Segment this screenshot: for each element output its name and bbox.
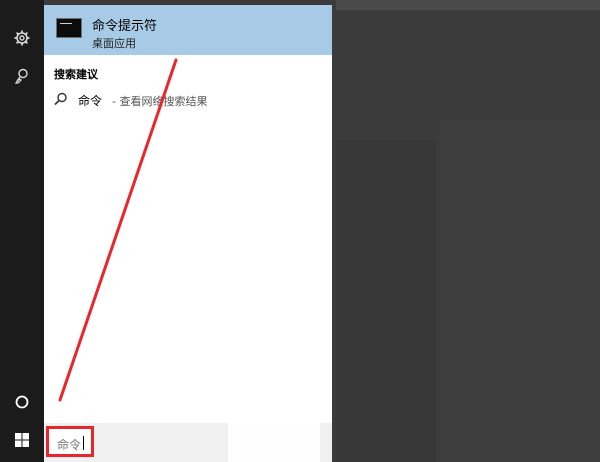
best-match-subtitle: 桌面应用 — [92, 37, 136, 50]
circle-icon — [15, 395, 29, 409]
settings-button[interactable] — [0, 20, 44, 56]
desktop-panel — [440, 120, 600, 462]
start-button[interactable] — [0, 422, 44, 458]
start-rail — [0, 0, 44, 462]
windows-logo-icon — [15, 433, 29, 447]
suggestion-term: 命令 — [78, 94, 103, 108]
search-input-text: 命令 — [57, 438, 82, 452]
feedback-icon — [14, 68, 28, 84]
best-match-result[interactable]: 命令提示符 桌面应用 — [44, 5, 332, 55]
suggestion-item[interactable]: 命令 - 查看网络搜索结果 — [44, 89, 332, 111]
text-caret — [83, 436, 84, 450]
search-results-panel: 命令提示符 桌面应用 搜索建议 命令 - 查看网络搜索结果 — [44, 5, 332, 423]
desktop-shade — [336, 140, 436, 462]
light-glare — [228, 398, 320, 462]
cortana-button[interactable] — [0, 384, 44, 420]
feedback-button[interactable] — [0, 58, 44, 94]
suggestion-description: - 查看网络搜索结果 — [112, 95, 208, 108]
best-match-title: 命令提示符 — [92, 19, 158, 34]
search-icon — [54, 92, 67, 106]
screen: 命令提示符 桌面应用 搜索建议 命令 - 查看网络搜索结果 命令 — [0, 0, 600, 462]
search-input[interactable]: 命令 — [46, 426, 94, 457]
command-prompt-icon — [56, 18, 82, 38]
suggestions-heading: 搜索建议 — [54, 68, 98, 81]
gear-icon — [14, 30, 30, 46]
desktop-strip — [336, 0, 600, 10]
